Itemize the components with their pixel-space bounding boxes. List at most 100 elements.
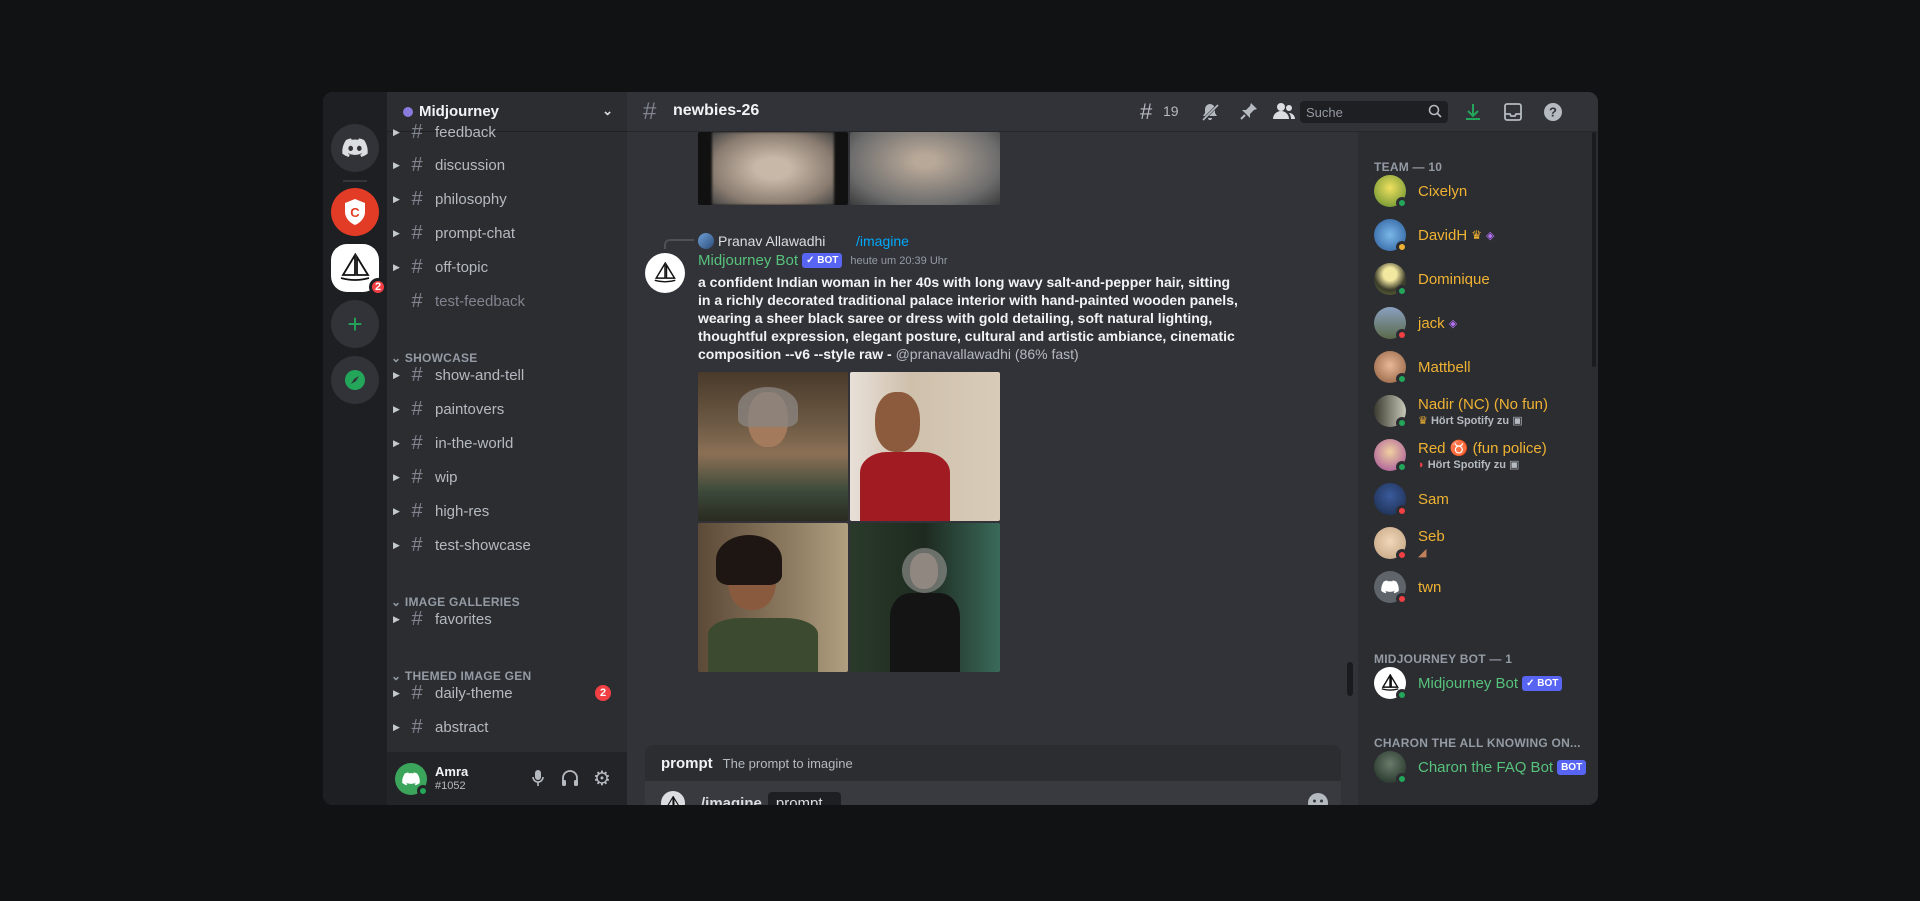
channel-label: high-res bbox=[435, 502, 490, 520]
command-option-popup[interactable]: prompt The prompt to imagine bbox=[645, 745, 1341, 781]
bot-avatar[interactable] bbox=[645, 253, 685, 293]
member-avatar bbox=[1374, 483, 1408, 517]
online-status-icon bbox=[1396, 285, 1408, 297]
member-cixelyn[interactable]: Cixelyn bbox=[1366, 170, 1590, 212]
explore-button[interactable] bbox=[331, 356, 379, 404]
discord-window: C 2 + Midjourney ⌄ ▶ # feedback ▶ # discussi… bbox=[323, 92, 1598, 805]
message-area: Pranav Allawadhi /imagine Midjourney Bot… bbox=[627, 132, 1357, 805]
search-input[interactable]: Suche bbox=[1300, 101, 1448, 123]
member-red[interactable]: Red ♉ (fun police) ◗ Hört Spotify zu ▣ bbox=[1366, 434, 1590, 476]
server-midjourney-button[interactable]: 2 bbox=[331, 244, 387, 296]
channel-prompt-chat[interactable]: ▶ # prompt-chat bbox=[393, 217, 619, 249]
generated-image-4[interactable] bbox=[850, 523, 1000, 672]
member-avatar bbox=[1374, 751, 1408, 785]
command-param-pill[interactable]: prompt bbox=[767, 791, 841, 805]
member-nadir[interactable]: Nadir (NC) (No fun) ♛ Hört Spotify zu ▣ bbox=[1366, 390, 1590, 432]
channel-philosophy[interactable]: ▶ # philosophy bbox=[393, 183, 619, 215]
previous-image-2[interactable] bbox=[850, 132, 1000, 205]
channel-feedback[interactable]: ▶ # feedback bbox=[393, 116, 619, 148]
channel-discussion[interactable]: ▶ # discussion bbox=[393, 149, 619, 181]
message-author[interactable]: Midjourney Bot bbox=[698, 252, 798, 269]
scrollbar[interactable] bbox=[1347, 662, 1353, 696]
online-status-icon bbox=[1396, 197, 1408, 209]
channel-label: prompt-chat bbox=[435, 224, 516, 242]
member-avatar bbox=[1374, 307, 1408, 341]
channel-abstract[interactable]: ▶ # abstract bbox=[393, 711, 619, 743]
member-list: TEAM — 10 Cixelyn DavidH ♛ ◈ Dominique j… bbox=[1358, 132, 1598, 805]
channel-label: test-showcase bbox=[435, 536, 531, 554]
member-charon-faq-bot[interactable]: Charon the FAQ Bot BOT bbox=[1366, 746, 1590, 788]
hash-icon: # bbox=[411, 431, 423, 454]
channel-wip[interactable]: ▶ # wip bbox=[393, 461, 619, 493]
channel-test-showcase[interactable]: ▶ # test-showcase bbox=[393, 529, 619, 561]
channel-label: favorites bbox=[435, 610, 492, 628]
nitro-gem-icon: ◈ bbox=[1485, 229, 1495, 242]
fan-icon: ◗ bbox=[1418, 459, 1425, 471]
generated-image-3[interactable] bbox=[698, 523, 848, 672]
channel-daily-theme[interactable]: ▶ # daily-theme 2 bbox=[393, 677, 619, 709]
download-icon[interactable] bbox=[1463, 102, 1483, 127]
reply-command[interactable]: /imagine bbox=[856, 233, 909, 249]
user-mention[interactable]: @pranavallawadhi bbox=[896, 346, 1011, 362]
pin-icon[interactable] bbox=[1240, 102, 1258, 125]
previous-image-1[interactable] bbox=[698, 132, 848, 205]
microphone-icon[interactable] bbox=[532, 769, 544, 791]
channel-high-res[interactable]: ▶ # high-res bbox=[393, 495, 619, 527]
channel-sidebar: Midjourney ⌄ ▶ # feedback ▶ # discussion ▶ # p… bbox=[387, 92, 627, 805]
collapse-arrow-icon: ▶ bbox=[393, 721, 400, 732]
channel-in-the-world[interactable]: ▶ # in-the-world bbox=[393, 427, 619, 459]
user-avatar[interactable] bbox=[395, 762, 429, 797]
reply-username[interactable]: Pranav Allawadhi bbox=[718, 233, 825, 249]
channel-show-and-tell[interactable]: ▶ # show-and-tell bbox=[393, 359, 619, 391]
reply-avatar[interactable] bbox=[698, 233, 714, 249]
collapse-arrow-icon: ▶ bbox=[393, 369, 400, 380]
idle-status-icon bbox=[1396, 241, 1408, 253]
member-name: Charon the FAQ Bot bbox=[1418, 758, 1554, 776]
channel-favorites[interactable]: ▶ # favorites bbox=[393, 603, 619, 635]
threads-icon[interactable]: # bbox=[1140, 99, 1152, 125]
collapse-arrow-icon: ▶ bbox=[393, 505, 400, 516]
shield-c-icon: C bbox=[345, 199, 365, 225]
generated-image-1[interactable] bbox=[698, 372, 848, 521]
activity-emoji-icon: ◢ bbox=[1418, 546, 1427, 559]
server-rail: C 2 + bbox=[323, 92, 387, 805]
channel-label: daily-theme bbox=[435, 684, 513, 702]
channel-test-feedback[interactable]: # test-feedback bbox=[395, 285, 619, 317]
member-davidh[interactable]: DavidH ♛ ◈ bbox=[1366, 214, 1590, 256]
help-icon[interactable]: ? bbox=[1543, 102, 1563, 127]
member-name: jack bbox=[1418, 314, 1445, 332]
command-text: /imagine bbox=[701, 794, 762, 806]
member-twn[interactable]: twn bbox=[1366, 566, 1590, 608]
channel-off-topic[interactable]: ▶ # off-topic bbox=[393, 251, 619, 283]
member-sam[interactable]: Sam bbox=[1366, 478, 1590, 520]
channel-label: test-feedback bbox=[435, 292, 526, 310]
generated-image-2[interactable] bbox=[850, 372, 1000, 521]
server-c-button[interactable]: C bbox=[331, 188, 379, 236]
threads-count: 19 bbox=[1163, 103, 1179, 119]
add-server-button[interactable]: + bbox=[331, 300, 379, 348]
music-icon: ▣ bbox=[1509, 459, 1520, 471]
message-composer[interactable]: /imagine prompt bbox=[645, 781, 1341, 805]
headphones-icon[interactable] bbox=[561, 769, 579, 792]
member-dominique[interactable]: Dominique bbox=[1366, 258, 1590, 300]
member-avatar bbox=[1374, 667, 1408, 701]
home-button[interactable] bbox=[331, 124, 379, 172]
hash-icon: # bbox=[411, 397, 423, 420]
muted-bell-icon[interactable] bbox=[1200, 102, 1220, 127]
compass-icon bbox=[345, 370, 365, 390]
member-seb[interactable]: Seb ◢ bbox=[1366, 522, 1590, 564]
member-mattbell[interactable]: Mattbell bbox=[1366, 346, 1590, 388]
forum-hash-icon: # bbox=[411, 715, 423, 738]
message-timestamp: heute um 20:39 Uhr bbox=[850, 254, 948, 267]
member-midjourney-bot[interactable]: Midjourney Bot ✓ BOT bbox=[1366, 662, 1590, 704]
collapse-arrow-icon: ▶ bbox=[393, 471, 400, 482]
gear-icon[interactable]: ⚙ bbox=[593, 766, 611, 791]
inbox-icon[interactable] bbox=[1503, 102, 1523, 127]
channel-paintovers[interactable]: ▶ # paintovers bbox=[393, 393, 619, 425]
member-name: DavidH bbox=[1418, 226, 1468, 244]
member-list-scrollbar[interactable] bbox=[1592, 132, 1596, 367]
emoji-icon[interactable] bbox=[1307, 792, 1329, 805]
member-jack[interactable]: jack ◈ bbox=[1366, 302, 1590, 344]
member-avatar bbox=[1374, 263, 1408, 297]
member-list-icon[interactable] bbox=[1273, 102, 1296, 125]
